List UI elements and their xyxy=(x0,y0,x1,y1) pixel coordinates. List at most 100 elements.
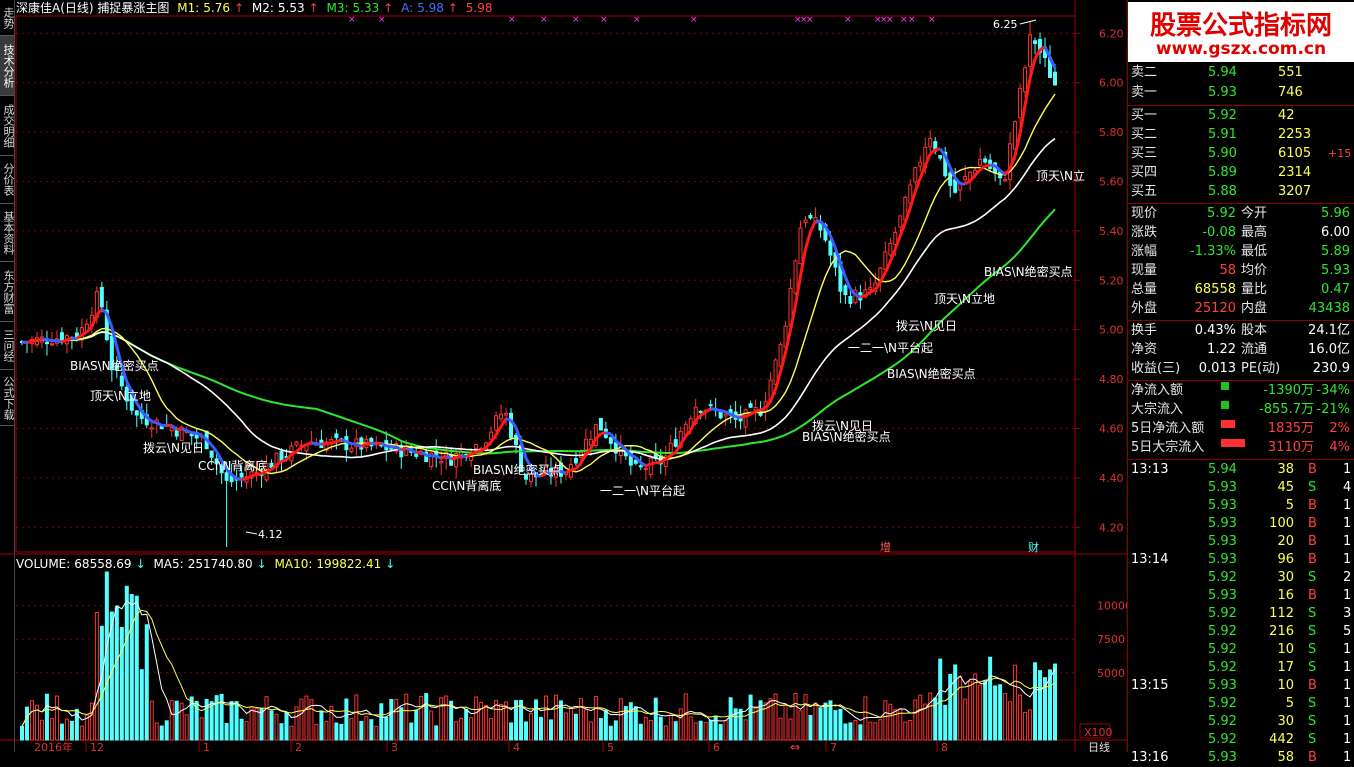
volume-bar xyxy=(679,709,682,740)
volume-bar xyxy=(50,719,53,740)
volume-bar xyxy=(220,694,223,740)
price-tick-label: 6.00 xyxy=(1099,77,1124,90)
quote-row: 13:155.9310B1 xyxy=(1128,677,1354,695)
signal-label: CCI\N背离底 xyxy=(198,458,267,473)
volume-bar xyxy=(939,659,942,740)
bid-price: 5.90 xyxy=(1208,145,1237,163)
stat-value: 0.47 xyxy=(1321,281,1350,299)
flow-label: 净流入额 xyxy=(1131,382,1183,400)
tick-count: 1 xyxy=(1343,587,1351,605)
candle-body xyxy=(744,410,747,427)
tick-price: 5.93 xyxy=(1208,515,1237,533)
a-line-segment xyxy=(506,419,511,420)
volume-bar xyxy=(914,700,917,740)
tick-side: S xyxy=(1308,659,1316,677)
tick-price: 5.92 xyxy=(1208,659,1237,677)
quote-row: 13:145.9396B1 xyxy=(1128,551,1354,569)
stat-label: 涨幅 xyxy=(1131,243,1157,261)
candle-body xyxy=(150,428,153,429)
volume-bar xyxy=(185,715,188,740)
high-price-marker: 6.25 xyxy=(993,18,1018,31)
volume-bar xyxy=(649,720,652,740)
volume-bar xyxy=(669,715,672,740)
tick-side: S xyxy=(1308,641,1316,659)
quote-divider xyxy=(1128,459,1354,460)
volume-bar xyxy=(799,711,802,740)
stat-label: 外盘 xyxy=(1131,300,1157,318)
quote-row: 5.93100B1 xyxy=(1128,515,1354,533)
signal-label: CCI\N背离底 xyxy=(432,478,501,493)
fundamental-label: 股本 xyxy=(1241,322,1267,340)
candle-body xyxy=(949,173,952,185)
a-line-segment xyxy=(576,463,581,469)
candle-body xyxy=(919,162,922,166)
price-chart[interactable]: 6.206.005.805.605.405.205.004.804.604.40… xyxy=(0,0,1127,752)
volume-bar xyxy=(270,711,273,740)
candle-body xyxy=(135,411,138,415)
tick-side: S xyxy=(1308,731,1316,749)
volume-bar xyxy=(410,723,413,740)
volume-bar xyxy=(285,712,288,740)
tick-time: 13:14 xyxy=(1131,551,1168,569)
volume-bar xyxy=(849,723,852,740)
flow-value: -1390万 xyxy=(1263,382,1314,400)
tick-volume: 17 xyxy=(1277,659,1294,677)
bid-label: 买一 xyxy=(1131,107,1157,125)
tick-side: B xyxy=(1308,533,1317,551)
a-line-segment xyxy=(152,422,157,423)
volume-bar xyxy=(824,703,827,740)
volume-bar xyxy=(300,699,303,740)
volume-label: VOLUME: xyxy=(16,557,70,571)
bid-label: 买五 xyxy=(1131,183,1157,201)
quote-row: 外盘25120内盘43438 xyxy=(1128,300,1354,318)
tick-side: S xyxy=(1308,623,1316,641)
volume-bar xyxy=(130,594,133,740)
tick-price: 5.93 xyxy=(1208,479,1237,497)
volume-bar xyxy=(659,717,662,740)
volume-bar xyxy=(225,724,228,740)
volume-bar xyxy=(944,705,947,740)
tick-volume: 216 xyxy=(1269,623,1294,641)
volume-bar xyxy=(844,724,847,740)
volume-bar xyxy=(370,720,373,740)
volume-bar xyxy=(1029,710,1032,740)
signal-marker-icon: × xyxy=(690,15,698,25)
volume-bar xyxy=(809,715,812,740)
a-line-segment xyxy=(441,456,446,458)
volume-bar xyxy=(155,723,158,740)
volume-bar xyxy=(699,721,702,740)
a-line-segment xyxy=(860,296,865,297)
quote-row: 5.9230S1 xyxy=(1128,713,1354,731)
tick-side: B xyxy=(1308,551,1317,569)
a-line-segment xyxy=(406,449,411,450)
volume-bar xyxy=(95,613,98,740)
ma10-label: MA10: xyxy=(275,557,313,571)
candle-body xyxy=(844,286,847,295)
a-line-segment xyxy=(242,479,247,480)
volume-bar xyxy=(879,720,882,740)
high-marker-line xyxy=(1020,20,1036,24)
a-line-segment xyxy=(37,339,42,340)
candle-body xyxy=(50,344,53,345)
ma10-value: 199822.41 xyxy=(316,557,381,571)
volume-bar xyxy=(175,701,178,740)
a-value: 5.98 xyxy=(417,1,444,15)
event-tag: 增 xyxy=(880,540,891,554)
a-line-segment xyxy=(721,411,726,412)
fundamental-value: 0.013 xyxy=(1199,360,1236,378)
price-tick-label: 5.40 xyxy=(1099,225,1124,238)
bid-change: +15 xyxy=(1328,145,1351,163)
volume-bar xyxy=(55,696,58,740)
volume-unit-label: X100 xyxy=(1084,726,1113,739)
candle-body xyxy=(1029,35,1032,67)
volume-bar xyxy=(954,665,957,740)
quote-divider xyxy=(1128,105,1354,106)
bid-price: 5.91 xyxy=(1208,126,1237,144)
a-line-segment xyxy=(436,456,441,458)
volume-bar xyxy=(135,596,138,740)
stat-label: 总量 xyxy=(1131,281,1157,299)
m1-value: 5.76 xyxy=(203,1,230,15)
volume-bar xyxy=(60,724,63,740)
stat-label: 现量 xyxy=(1131,262,1157,280)
flow-bar xyxy=(1221,401,1229,409)
